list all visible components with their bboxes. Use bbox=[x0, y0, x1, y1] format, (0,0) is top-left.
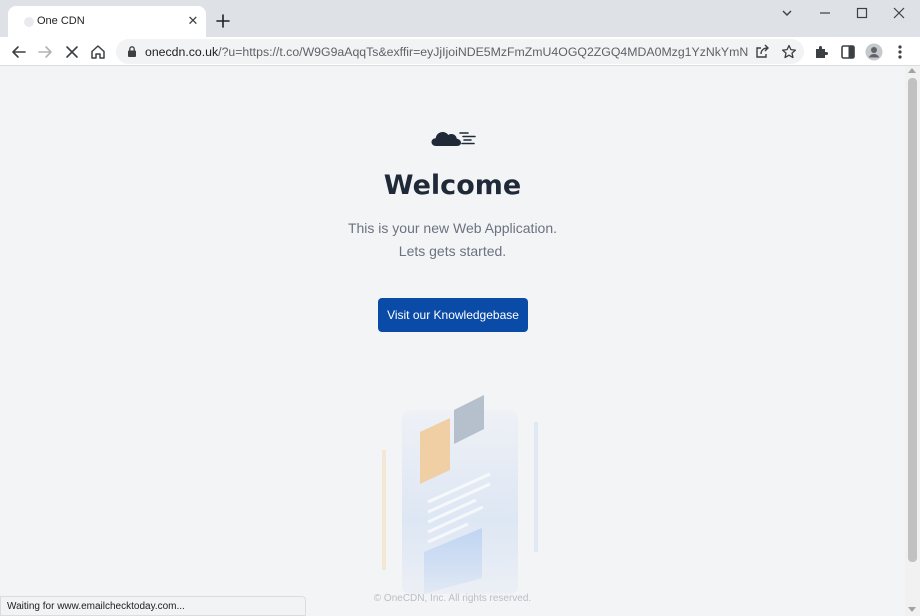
vertical-scrollbar[interactable] bbox=[905, 66, 920, 616]
back-icon[interactable] bbox=[9, 42, 29, 62]
scroll-down-arrow-icon[interactable] bbox=[908, 607, 916, 612]
browser-tab[interactable]: One CDN ✕ bbox=[8, 6, 206, 37]
tab-strip: One CDN ✕ bbox=[0, 0, 920, 37]
lock-icon[interactable] bbox=[126, 45, 138, 58]
share-icon[interactable] bbox=[753, 43, 771, 61]
scrollbar-thumb[interactable] bbox=[908, 78, 917, 562]
minimize-icon[interactable] bbox=[815, 5, 835, 21]
url-path: /?u=https://t.co/W9G9aAqqTs&exffir=eyJjI… bbox=[218, 45, 749, 59]
extensions-puzzle-icon[interactable] bbox=[812, 42, 832, 62]
bookmark-star-icon[interactable] bbox=[780, 43, 798, 61]
welcome-heading: Welcome bbox=[383, 170, 522, 201]
url-text[interactable]: onecdn.co.uk/?u=https://t.co/W9G9aAqqTs&… bbox=[145, 45, 749, 59]
close-window-icon[interactable] bbox=[889, 5, 909, 21]
new-tab-icon[interactable] bbox=[213, 11, 233, 31]
page-favicon-icon bbox=[24, 17, 34, 27]
home-icon[interactable] bbox=[88, 42, 108, 62]
tab-search-icon[interactable] bbox=[777, 5, 797, 21]
subtext-line-1: This is your new Web Application. bbox=[347, 220, 558, 236]
browser-toolbar: onecdn.co.uk/?u=https://t.co/W9G9aAqqTs&… bbox=[0, 37, 920, 66]
forward-icon[interactable] bbox=[35, 42, 55, 62]
welcome-subtext: This is your new Web Application. Lets g… bbox=[0, 217, 905, 263]
page-viewport: Welcome This is your new Web Application… bbox=[0, 66, 905, 616]
scroll-up-arrow-icon[interactable] bbox=[908, 68, 916, 73]
profile-avatar-icon[interactable] bbox=[864, 42, 884, 62]
url-host: onecdn.co.uk bbox=[145, 45, 219, 59]
side-panel-icon[interactable] bbox=[838, 42, 858, 62]
visit-knowledgebase-button[interactable]: Visit our Knowledgebase bbox=[378, 298, 528, 332]
kebab-menu-icon[interactable] bbox=[890, 42, 910, 62]
tab-close-icon[interactable]: ✕ bbox=[186, 14, 200, 28]
maximize-icon[interactable] bbox=[852, 5, 872, 21]
stop-loading-icon[interactable] bbox=[62, 42, 82, 62]
onecdn-cloud-logo-icon bbox=[431, 132, 476, 146]
web-app-illustration bbox=[382, 395, 538, 594]
status-bubble: Waiting for www.emailchecktoday.com... bbox=[0, 596, 306, 616]
tab-title: One CDN bbox=[37, 15, 85, 27]
subtext-line-2: Lets gets started. bbox=[398, 243, 507, 259]
address-bar[interactable]: onecdn.co.uk/?u=https://t.co/W9G9aAqqTs&… bbox=[116, 39, 804, 64]
